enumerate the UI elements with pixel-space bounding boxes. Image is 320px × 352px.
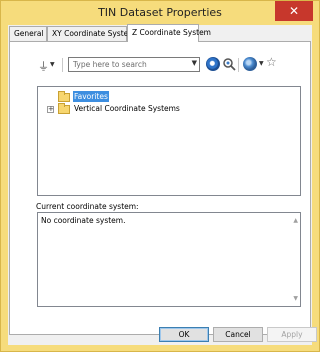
scroll-down-icon[interactable]: ▼ — [293, 295, 298, 302]
current-coordinate-system-value: No coordinate system. — [41, 216, 126, 225]
coordinate-system-tree[interactable]: Favorites + Vertical Coordinate Systems — [37, 86, 301, 196]
chevron-down-icon: ▼ — [50, 61, 55, 68]
globe-icon[interactable] — [243, 57, 257, 71]
toolbar-separator — [238, 58, 239, 72]
dialog-window: TIN Dataset Properties ✕ General XY Coor… — [0, 0, 320, 352]
folder-star-icon — [58, 91, 70, 102]
folder-icon — [58, 103, 70, 114]
toolbar-separator — [62, 58, 63, 72]
close-button[interactable]: ✕ — [275, 1, 313, 21]
tab-panel: ⏚ ▼ ▼ ▼ ☆ — [9, 41, 311, 335]
ok-button[interactable]: OK — [159, 327, 209, 342]
tab-general[interactable]: General — [9, 26, 47, 41]
tree-item-label: Favorites — [73, 91, 109, 102]
tab-xy-coordinate-system[interactable]: XY Coordinate System — [47, 26, 136, 41]
dialog-client: General XY Coordinate System Z Coordinat… — [8, 24, 317, 345]
search-input[interactable] — [69, 58, 187, 71]
chevron-down-icon[interactable]: ▼ — [192, 59, 197, 67]
window-title: TIN Dataset Properties — [98, 6, 222, 19]
scroll-up-icon[interactable]: ▲ — [293, 217, 298, 224]
tree-item-vertical-coordinate-systems[interactable]: + Vertical Coordinate Systems — [38, 103, 300, 115]
expand-icon[interactable]: + — [47, 106, 54, 113]
title-bar[interactable]: TIN Dataset Properties ✕ — [1, 1, 319, 25]
search-box[interactable]: ▼ — [68, 57, 200, 72]
search-location-icon[interactable] — [222, 57, 236, 71]
filter-button[interactable]: ⏚ ▼ — [38, 58, 58, 73]
close-icon: ✕ — [288, 4, 300, 18]
tree-item-favorites[interactable]: Favorites — [38, 91, 300, 103]
chevron-down-icon[interactable]: ▼ — [259, 60, 264, 67]
tree-item-label: Vertical Coordinate Systems — [74, 104, 180, 113]
cancel-button[interactable]: Cancel — [213, 327, 263, 342]
filter-icon: ⏚ — [38, 60, 49, 73]
search-icon[interactable] — [206, 57, 220, 71]
add-favorite-icon[interactable]: ☆ — [266, 55, 277, 69]
apply-button[interactable]: Apply — [267, 327, 317, 342]
tab-z-coordinate-system[interactable]: Z Coordinate System — [127, 24, 211, 42]
current-coordinate-system-box[interactable]: No coordinate system. ▲ ▼ — [37, 212, 301, 307]
current-coordinate-system-label: Current coordinate system: — [36, 202, 139, 211]
